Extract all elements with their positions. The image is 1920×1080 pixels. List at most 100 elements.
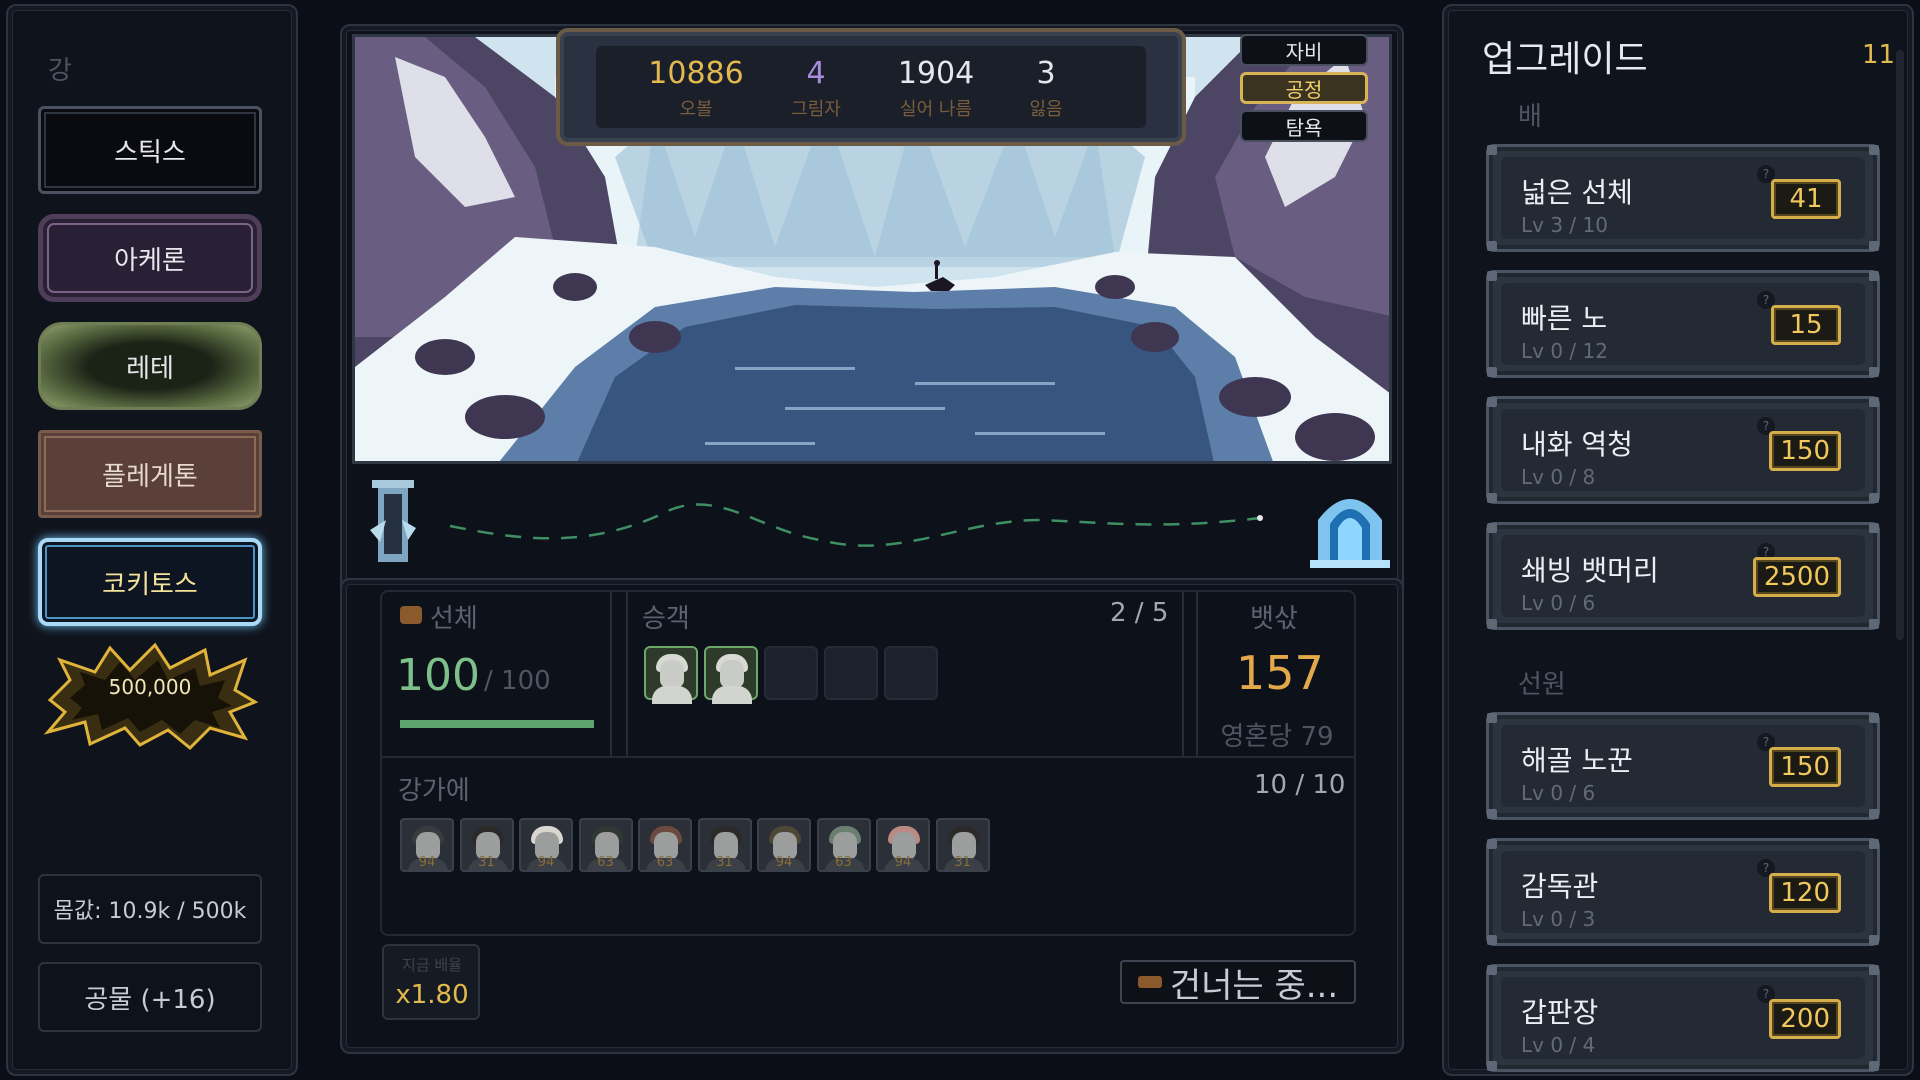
upgrade-card[interactable]: 감독관 Lv 0 / 3? 120 [1486, 838, 1880, 946]
stat-lost-value: 3 [1036, 56, 1056, 91]
soul-fare: 94 [894, 855, 912, 870]
upgrade-scrollbar[interactable] [1896, 50, 1904, 640]
upgrade-card[interactable]: 내화 역청 Lv 0 / 8? 150 [1486, 396, 1880, 504]
waiting-soul[interactable]: 94 [876, 818, 930, 872]
start-totem-icon [370, 480, 416, 562]
mode-greed-button[interactable]: 탐욕 [1240, 110, 1368, 142]
river-button-acheron[interactable]: 아케론 [38, 214, 262, 302]
upgrade-card[interactable]: 갑판장 Lv 0 / 4? 200 [1486, 964, 1880, 1072]
waiting-soul[interactable]: 94 [757, 818, 811, 872]
soul-fare: 94 [418, 855, 436, 870]
passengers-count: 2 / 5 [1110, 598, 1169, 628]
upgrade-card[interactable]: 넓은 선체 Lv 3 / 10? 41 [1486, 144, 1880, 252]
upgrade-buy-button[interactable]: 150 [1769, 747, 1841, 787]
panel-divider [382, 756, 1356, 758]
boat-section-label: 배 [1518, 102, 1542, 132]
stat-lost-label: 잃음 [1029, 99, 1063, 120]
soul-fare: 94 [537, 855, 555, 870]
upgrade-card[interactable]: 빠른 노 Lv 0 / 12? 15 [1486, 270, 1880, 378]
waiting-soul[interactable]: 31 [459, 818, 514, 872]
fare-per-soul: 영혼당 79 [1220, 722, 1334, 752]
river-button-lethe[interactable]: 레테 [38, 322, 262, 410]
stat-carried-value: 1904 [897, 56, 975, 91]
hull-title: 선체 [430, 604, 478, 634]
waiting-soul[interactable]: 94 [400, 818, 454, 872]
upgrade-name: 해골 노꾼 [1521, 744, 1633, 777]
soul-fare: 94 [775, 855, 793, 870]
upgrade-level: Lv 3 / 10 [1521, 213, 1608, 237]
upgrade-card[interactable]: 쇄빙 뱃머리 Lv 0 / 6? 2500 [1486, 522, 1880, 630]
upgrades-count: 11 [1862, 40, 1896, 70]
passenger-slot[interactable] [704, 646, 758, 704]
mode-fair-button[interactable]: 공정 [1240, 72, 1368, 104]
crossing-status-button[interactable]: 건너는 중... [1120, 960, 1356, 1006]
boat-icon [1137, 976, 1162, 988]
mode-mercy-button[interactable]: 자비 [1240, 34, 1368, 66]
upgrade-buy-button[interactable]: 150 [1769, 431, 1841, 471]
upgrade-level: Lv 0 / 6 [1521, 591, 1596, 615]
hull-value: 100 [396, 650, 480, 701]
passenger-slot[interactable] [644, 646, 698, 704]
upgrade-buy-button[interactable]: 15 [1771, 305, 1841, 345]
passenger-slot[interactable] [764, 646, 818, 700]
stat-obol: 10886 오볼 [636, 56, 756, 121]
waiting-soul[interactable]: 63 [578, 818, 633, 872]
upgrade-level: Lv 0 / 6 [1521, 781, 1596, 805]
upgrade-name: 빠른 노 [1521, 302, 1608, 335]
upgrade-buy-button[interactable]: 200 [1769, 999, 1841, 1039]
river-button-cocytus[interactable]: 코키토스 [38, 538, 262, 626]
soul-fare: 31 [478, 855, 495, 870]
upgrade-buy-button[interactable]: 41 [1771, 179, 1841, 219]
river-button-phlegethon[interactable]: 플레게톤 [38, 430, 262, 518]
upgrade-buy-button[interactable]: 2500 [1752, 557, 1841, 597]
soul-fare: 63 [656, 855, 674, 870]
upgrade-name: 갑판장 [1521, 996, 1599, 1029]
stat-shadow: 4 그림자 [766, 56, 866, 121]
river-section-label: 강 [48, 56, 72, 86]
hull-icon [400, 606, 422, 624]
upgrade-level: Lv 0 / 3 [1521, 907, 1596, 931]
stat-shadow-value: 4 [806, 56, 826, 91]
soul-fare: 63 [597, 855, 614, 870]
stats-bar: 10886 오볼 4 그림자 1904 실어 나름 3 잃음 [556, 28, 1186, 146]
portal-gate-icon [1310, 499, 1390, 568]
stat-shadow-label: 그림자 [791, 99, 841, 120]
upgrade-level: Lv 0 / 4 [1521, 1033, 1596, 1057]
upgrade-buy-button[interactable]: 120 [1769, 873, 1841, 913]
route-map [370, 480, 1390, 568]
upgrades-title: 업그레이드 [1482, 39, 1648, 80]
stat-carried-label: 실어 나름 [900, 99, 972, 120]
upgrade-level: Lv 0 / 8 [1521, 465, 1596, 489]
soul-fare: 63 [835, 855, 852, 870]
hull-bar [400, 720, 594, 728]
waiting-soul[interactable]: 31 [935, 818, 990, 872]
goal-amount: 500,000 [108, 675, 192, 699]
waiting-count: 10 / 10 [1254, 770, 1346, 800]
upgrade-name: 넓은 선체 [1521, 176, 1633, 209]
waiting-title: 강가에 [398, 776, 470, 806]
waiting-soul[interactable]: 31 [697, 818, 752, 872]
passenger-slot[interactable] [884, 646, 938, 700]
soul-fare: 31 [954, 855, 971, 870]
waiting-soul[interactable]: 94 [519, 818, 573, 872]
speed-label: 지금 배율 [402, 956, 462, 974]
upgrade-name: 감독관 [1521, 870, 1599, 903]
crew-section-label: 선원 [1518, 670, 1566, 700]
upgrade-card[interactable]: 해골 노꾼 Lv 0 / 6? 150 [1486, 712, 1880, 820]
crossing-label: 건너는 중... [1169, 965, 1339, 1006]
fare-value: 157 [1236, 646, 1324, 700]
passenger-slot[interactable] [824, 646, 878, 700]
waiting-soul[interactable]: 63 [816, 818, 871, 872]
upgrade-name: 내화 역청 [1521, 428, 1633, 461]
hull-max: / 100 [484, 666, 551, 696]
fare-title: 뱃삯 [1250, 604, 1298, 634]
waiting-soul[interactable]: 63 [638, 818, 692, 872]
river-button-styx[interactable]: 스틱스 [38, 106, 262, 194]
speed-value: x1.80 [395, 980, 469, 1010]
speed-multiplier-box: 지금 배율 x1.80 [382, 944, 480, 1020]
soul-fare: 31 [716, 855, 733, 870]
stat-lost: 3 잃음 [996, 56, 1096, 121]
tribute-button[interactable]: 공물 (+16) [38, 962, 262, 1032]
upgrade-name: 쇄빙 뱃머리 [1521, 554, 1659, 587]
stat-carried: 1904 실어 나름 [876, 56, 996, 121]
